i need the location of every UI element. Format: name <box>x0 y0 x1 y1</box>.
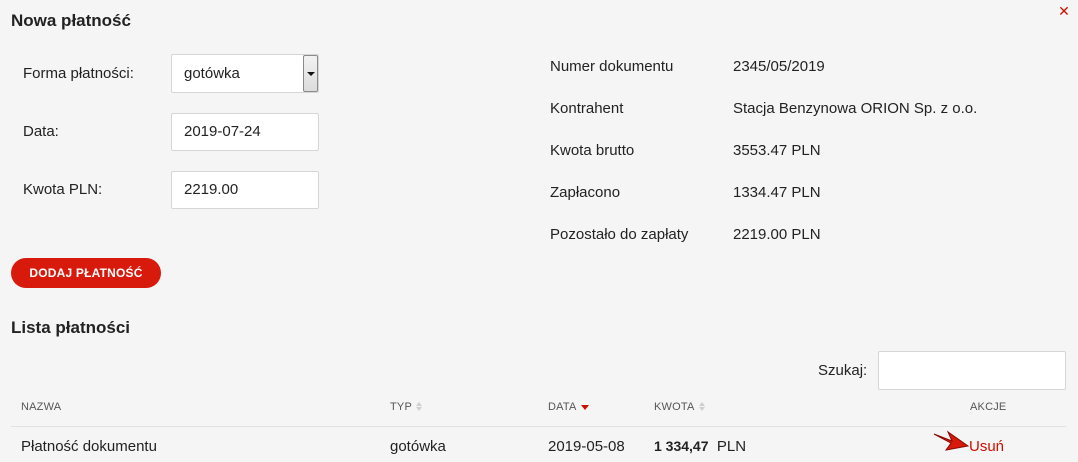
gross-amount-label: Kwota brutto <box>550 142 635 159</box>
column-header-name[interactable]: NAZWA <box>21 401 61 413</box>
paid-value: 1334.47 PLN <box>733 184 821 201</box>
contractor-label: Kontrahent <box>550 100 624 117</box>
dialog-title: Nowa płatność <box>11 11 131 30</box>
column-header-actions-label: AKCJE <box>970 401 1007 413</box>
row-type: gotówka <box>390 438 446 455</box>
column-header-actions: AKCJE <box>970 401 1006 413</box>
add-payment-button[interactable]: DODAJ PŁATNOŚĆ <box>11 258 161 288</box>
row-amount-value: 1 334,47 <box>654 438 709 454</box>
row-name: Płatność dokumentu <box>21 438 157 455</box>
column-header-amount-label: KWOTA <box>654 401 695 413</box>
sort-icon <box>416 402 423 412</box>
paid-label: Zapłacono <box>550 184 621 201</box>
document-number-value: 2345/05/2019 <box>733 58 825 75</box>
remaining-value: 2219.00 PLN <box>733 226 821 243</box>
column-header-date-label: DATA <box>548 401 577 413</box>
payment-method-value: gotówka <box>184 65 240 82</box>
search-label: Szukaj: <box>818 362 868 379</box>
date-field[interactable]: 2019-07-24 <box>171 113 319 151</box>
date-label: Data: <box>23 123 59 140</box>
column-header-name-label: NAZWA <box>21 401 62 413</box>
row-amount: 1 334,47 PLN <box>654 438 746 455</box>
column-header-type-label: TYP <box>390 401 412 413</box>
row-amount-currency: PLN <box>716 438 747 455</box>
amount-label: Kwota PLN: <box>23 181 103 198</box>
sort-desc-icon <box>580 404 589 410</box>
remaining-label: Pozostało do zapłaty <box>550 226 689 243</box>
amount-field[interactable]: 2219.00 <box>171 171 319 209</box>
chevron-down-icon[interactable] <box>303 55 318 92</box>
column-header-date[interactable]: DATA <box>548 401 589 413</box>
payments-list-title: Lista płatności <box>11 318 131 337</box>
close-icon[interactable]: ✕ <box>1056 3 1072 19</box>
sort-icon <box>698 402 706 412</box>
gross-amount-value: 3553.47 PLN <box>733 142 821 159</box>
document-number-label: Numer dokumentu <box>550 58 674 75</box>
contractor-value: Stacja Benzynowa ORION Sp. z o.o. <box>733 100 978 117</box>
new-payment-dialog: Nowa płatność ✕ Forma płatności: gotówka… <box>0 0 1078 462</box>
payment-method-label: Forma płatności: <box>23 65 134 82</box>
pointer-arrow-icon <box>933 430 970 451</box>
column-header-amount[interactable]: KWOTA <box>654 401 706 413</box>
row-date: 2019-05-08 <box>548 438 625 455</box>
delete-link[interactable]: Usuń <box>969 438 1004 455</box>
payment-method-select[interactable]: gotówka <box>171 54 319 93</box>
table-header-divider <box>11 426 1066 427</box>
search-input[interactable] <box>878 351 1066 390</box>
column-header-type[interactable]: TYP <box>390 401 423 413</box>
